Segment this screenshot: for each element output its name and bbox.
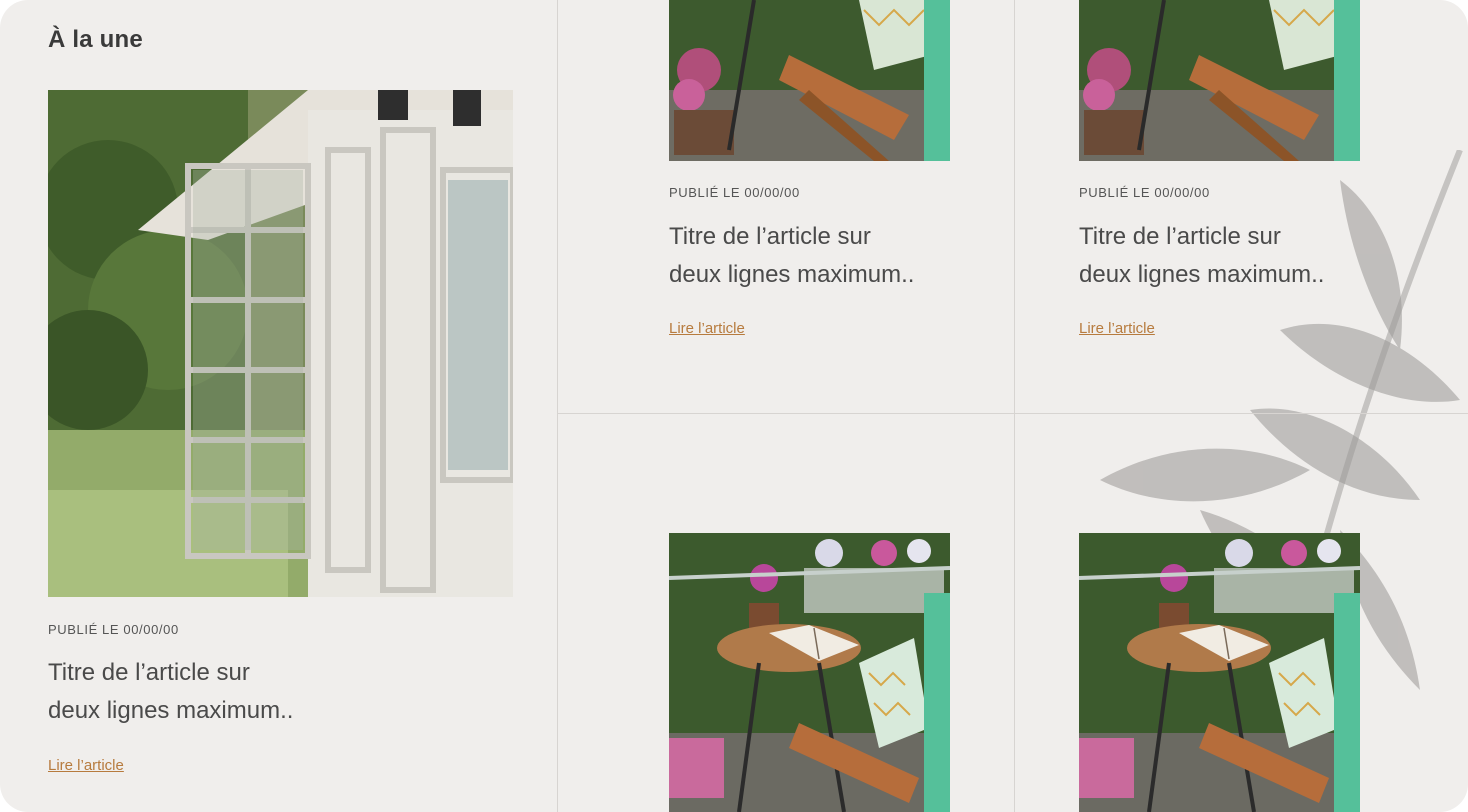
read-article-link[interactable]: Lire l’article: [669, 320, 745, 337]
column-divider: [557, 0, 558, 812]
featured-article-image[interactable]: [48, 90, 513, 597]
title-line: deux lignes maximum..: [48, 697, 294, 724]
article-image[interactable]: [1079, 533, 1360, 812]
row-divider: [558, 413, 1468, 414]
articles-panel: À la une PUBLIÉ LE 00/00/00 Titre de l’a…: [0, 0, 1468, 812]
title-line: Titre de l’article sur: [669, 223, 871, 250]
article-image[interactable]: [669, 0, 950, 161]
featured-article-date: PUBLIÉ LE 00/00/00: [48, 622, 179, 637]
featured-article-title[interactable]: Titre de l’article sur deux lignes maxim…: [48, 654, 348, 730]
article-date: PUBLIÉ LE 00/00/00: [669, 185, 800, 200]
title-line: Titre de l’article sur: [1079, 223, 1281, 250]
article-image[interactable]: [669, 533, 950, 812]
article-title[interactable]: Titre de l’article sur deux lignes maxim…: [669, 218, 969, 294]
title-line: deux lignes maximum..: [1079, 261, 1325, 288]
read-article-link[interactable]: Lire l’article: [1079, 320, 1155, 337]
title-line: Titre de l’article sur: [48, 659, 250, 686]
section-title: À la une: [48, 26, 143, 53]
column-divider: [1014, 0, 1015, 812]
article-date: PUBLIÉ LE 00/00/00: [1079, 185, 1210, 200]
title-line: deux lignes maximum..: [669, 261, 915, 288]
featured-read-article-link[interactable]: Lire l’article: [48, 757, 124, 774]
article-title[interactable]: Titre de l’article sur deux lignes maxim…: [1079, 218, 1379, 294]
article-image[interactable]: [1079, 0, 1360, 161]
